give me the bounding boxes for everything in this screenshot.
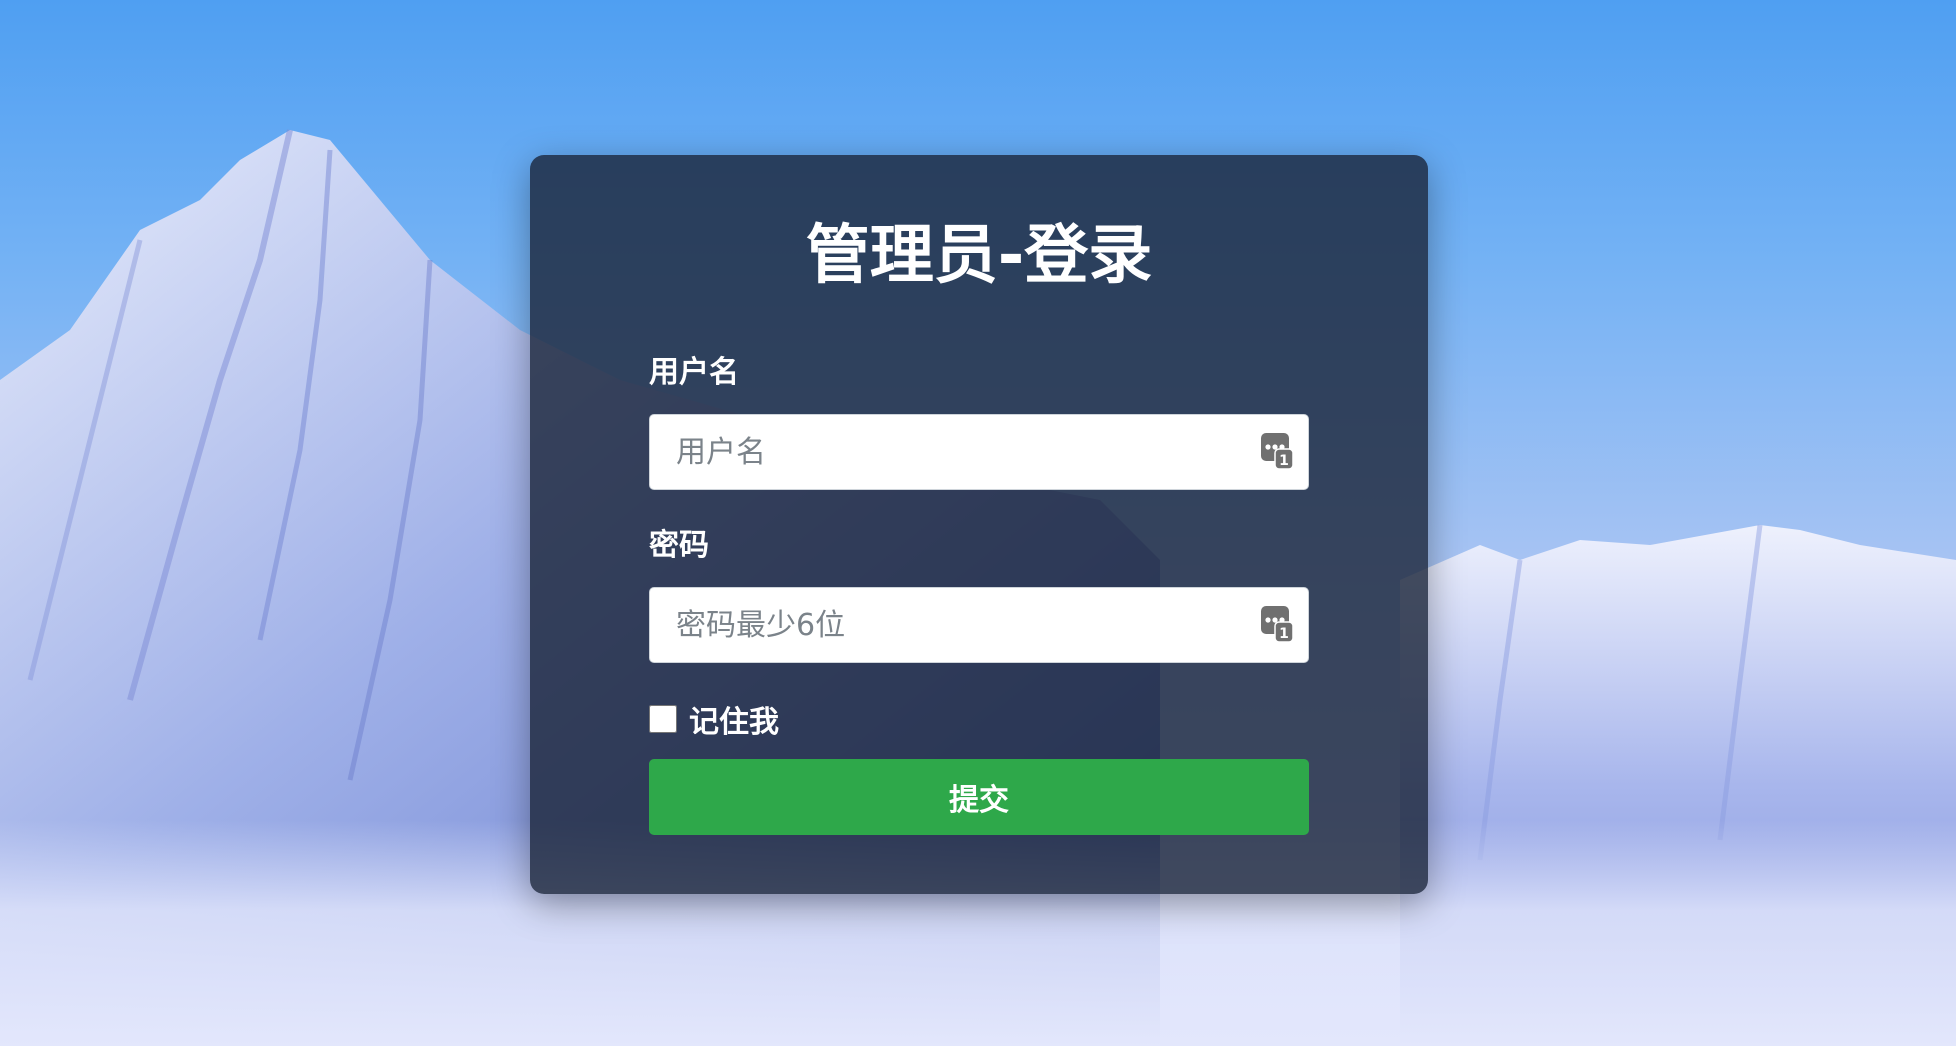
password-manager-icon[interactable]: 1 xyxy=(1261,433,1293,469)
page-title: 管理员-登录 xyxy=(805,219,1153,293)
password-input[interactable] xyxy=(649,587,1309,663)
password-manager-icon[interactable]: 1 xyxy=(1261,606,1293,642)
svg-text:1: 1 xyxy=(1279,626,1289,642)
login-card: 管理员-登录 用户名 1 密码 1 记住我 提交 xyxy=(530,155,1428,894)
remember-me-label[interactable]: 记住我 xyxy=(689,697,779,741)
svg-text:1: 1 xyxy=(1279,453,1289,469)
submit-button[interactable]: 提交 xyxy=(649,759,1309,835)
remember-me-checkbox[interactable] xyxy=(649,705,677,733)
password-label: 密码 xyxy=(649,528,709,563)
remember-me-row: 记住我 xyxy=(649,697,779,741)
username-input[interactable] xyxy=(649,414,1309,490)
username-label: 用户名 xyxy=(649,355,739,390)
